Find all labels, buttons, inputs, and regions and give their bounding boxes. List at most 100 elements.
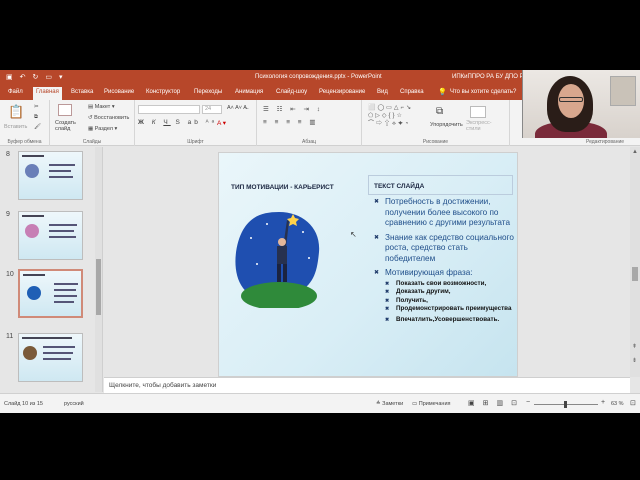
- zoom-slider[interactable]: [534, 401, 598, 408]
- format-painter-icon[interactable]: 🖌: [34, 124, 41, 130]
- font-grow-shrink-icons[interactable]: A˄ A˅ A̶: [227, 105, 247, 111]
- paste-icon[interactable]: 📋: [8, 104, 24, 120]
- zoom-level[interactable]: 63 %: [611, 401, 624, 407]
- person-glasses: [559, 97, 583, 102]
- reset-button[interactable]: ↺ Восстановить: [88, 115, 129, 121]
- zoom-in-icon[interactable]: +: [601, 399, 605, 406]
- slide-thumbnail-11[interactable]: [18, 333, 83, 382]
- sub-bullet-text: Получить,: [396, 296, 428, 304]
- tab-review[interactable]: Рецензирование: [319, 89, 365, 95]
- font-format-buttons[interactable]: Ж К Ч S ab ᴬᵃ: [138, 119, 217, 126]
- tab-transitions[interactable]: Переходы: [194, 89, 222, 95]
- slide-title[interactable]: ТИП МОТИВАЦИИ - КАРЬЕРИСТ: [231, 184, 334, 191]
- language-indicator[interactable]: русский: [64, 401, 84, 407]
- thumb-text-line: [43, 358, 71, 360]
- notes-button[interactable]: ≙ Заметки: [376, 401, 403, 407]
- layout-button[interactable]: ▤ Макет ▾: [88, 104, 115, 110]
- section-label: Раздел: [94, 126, 113, 132]
- redo-icon[interactable]: ↻: [33, 73, 39, 81]
- comments-button[interactable]: ▭ Примечания: [412, 401, 451, 407]
- quick-styles-button[interactable]: Экспресс- стили: [466, 120, 492, 132]
- slide-editor: ТИП МОТИВАЦИИ - КАРЬЕРИСТ ТЕКСТ СЛАЙДА ✖…: [104, 147, 630, 377]
- group-drawing: ⬜◯▭△⌐↘ ⬠▷◇{}☆ ⌒⇨⇧⟡✦◔ ⧉ Упорядочить Экспрес…: [362, 100, 510, 146]
- thumb-text-line: [49, 176, 73, 178]
- thumb-text-line: [49, 236, 76, 238]
- slide-thumbnail-8[interactable]: [18, 151, 83, 200]
- new-slide-button[interactable]: Создать слайд: [55, 120, 76, 132]
- undo-icon[interactable]: ↶: [20, 73, 26, 81]
- thumb-title-line: [23, 274, 45, 276]
- arrange-icon[interactable]: ⧉: [436, 106, 443, 117]
- bullet-x-icon: ✖: [385, 297, 390, 304]
- sub-bullet: ✖ Доказать другим,: [385, 288, 514, 297]
- view-buttons[interactable]: ▣⊞▥⊡: [468, 399, 525, 407]
- sub-bullet-text: Показать свои возможности,: [396, 279, 487, 287]
- fit-window-icon[interactable]: ⊡: [630, 399, 636, 407]
- slide-thumbnail-10[interactable]: [18, 269, 83, 318]
- font-name-box[interactable]: [138, 105, 200, 114]
- thumb-title-line: [22, 155, 44, 157]
- quick-styles-icon[interactable]: [470, 106, 486, 118]
- account-name[interactable]: ИПКиППРО РА БУ ДПО РА: [452, 74, 527, 80]
- scroll-up-icon[interactable]: ▲: [632, 149, 638, 155]
- thumb-text-line: [43, 352, 73, 354]
- save-icon[interactable]: ▣: [6, 73, 13, 81]
- group-clipboard: 📋 Вставить ✂ ⧉ 🖌 Буфер обмена: [0, 100, 50, 146]
- slide-thumbnail-9[interactable]: [18, 211, 83, 260]
- group-paragraph: ☰ ☷ ⇤ ⇥ ↕ ≡ ≡ ≡ ≡ ▥ Абзац: [257, 100, 362, 146]
- next-slide-icon[interactable]: ⇟: [632, 357, 637, 364]
- copy-icon[interactable]: ⧉: [34, 114, 38, 121]
- slide-number: 10: [6, 271, 14, 278]
- thumb-text-line: [49, 224, 77, 226]
- tab-file[interactable]: Файл: [8, 89, 23, 95]
- customize-icon[interactable]: ▾: [59, 73, 63, 81]
- thumb-image: [25, 224, 39, 238]
- bullet-text: Мотивирующая фраза:: [385, 268, 473, 277]
- mouse-cursor-icon: ↖: [350, 230, 357, 239]
- bullet-item: ✖ Мотивирующая фраза: ✖ Показать свои возм…: [374, 268, 514, 324]
- zoom-out-icon[interactable]: −: [526, 399, 530, 406]
- thumb-text-line: [54, 283, 78, 285]
- font-size-box[interactable]: 24: [202, 105, 222, 114]
- scrollbar-thumb[interactable]: [632, 267, 638, 281]
- businessman-illustration: [235, 212, 320, 308]
- tab-slideshow[interactable]: Слайд-шоу: [276, 89, 307, 95]
- font-color-icon[interactable]: A ▾: [217, 119, 226, 127]
- group-label-slides: Слайды: [82, 139, 102, 145]
- list-buttons[interactable]: ☰ ☷ ⇤ ⇥ ↕: [263, 105, 323, 113]
- scrollbar-thumb[interactable]: [96, 259, 101, 315]
- tab-design[interactable]: Конструктор: [146, 89, 180, 95]
- tell-me-search[interactable]: Что вы хотите сделать?: [450, 89, 516, 95]
- tab-view[interactable]: Вид: [377, 89, 388, 95]
- tab-draw[interactable]: Рисование: [104, 89, 134, 95]
- comments-label: Примечания: [418, 401, 451, 407]
- thumb-text-line: [49, 164, 75, 166]
- cut-icon[interactable]: ✂: [34, 104, 39, 110]
- current-slide[interactable]: ТИП МОТИВАЦИИ - КАРЬЕРИСТ ТЕКСТ СЛАЙДА ✖…: [218, 152, 518, 377]
- thumb-image: [25, 164, 39, 178]
- shapes-gallery[interactable]: ⬜◯▭△⌐↘ ⬠▷◇{}☆ ⌒⇨⇧⟡✦◔: [368, 104, 428, 128]
- thumbnails-scrollbar[interactable]: [95, 147, 102, 392]
- tab-help[interactable]: Справка: [400, 89, 424, 95]
- arrange-button[interactable]: Упорядочить: [430, 122, 463, 128]
- new-slide-icon[interactable]: [58, 104, 72, 116]
- tab-animations[interactable]: Анимация: [235, 89, 263, 95]
- tab-home[interactable]: Главная: [33, 87, 62, 100]
- paste-button[interactable]: Вставить: [4, 124, 27, 130]
- screen: ▣ ↶ ↻ ▭ ▾ Психология сопровождения.pptx …: [0, 0, 640, 480]
- tab-insert[interactable]: Вставка: [71, 89, 93, 95]
- layout-label: Макет: [94, 104, 111, 110]
- notes-field[interactable]: Щелкните, чтобы добавить заметки: [104, 377, 630, 393]
- present-icon[interactable]: ▭: [45, 73, 52, 81]
- zoom-slider-knob[interactable]: [564, 401, 567, 408]
- bullet-list[interactable]: ✖ Потребность в достижении, получении бол…: [374, 197, 514, 328]
- text-header-box[interactable]: ТЕКСТ СЛАЙДА: [368, 175, 513, 195]
- group-label-clipboard: Буфер обмена: [7, 139, 42, 145]
- editor-scrollbar[interactable]: ▲ ⇞ ⇟: [630, 147, 640, 377]
- bullet-x-icon: ✖: [374, 270, 380, 276]
- prev-slide-icon[interactable]: ⇞: [632, 343, 637, 350]
- sub-bullet: ✖ Получить,: [385, 297, 514, 306]
- align-buttons[interactable]: ≡ ≡ ≡ ≡ ▥: [263, 118, 319, 126]
- section-button[interactable]: ▦ Раздел ▾: [88, 126, 117, 132]
- thumb-text-line: [49, 230, 74, 232]
